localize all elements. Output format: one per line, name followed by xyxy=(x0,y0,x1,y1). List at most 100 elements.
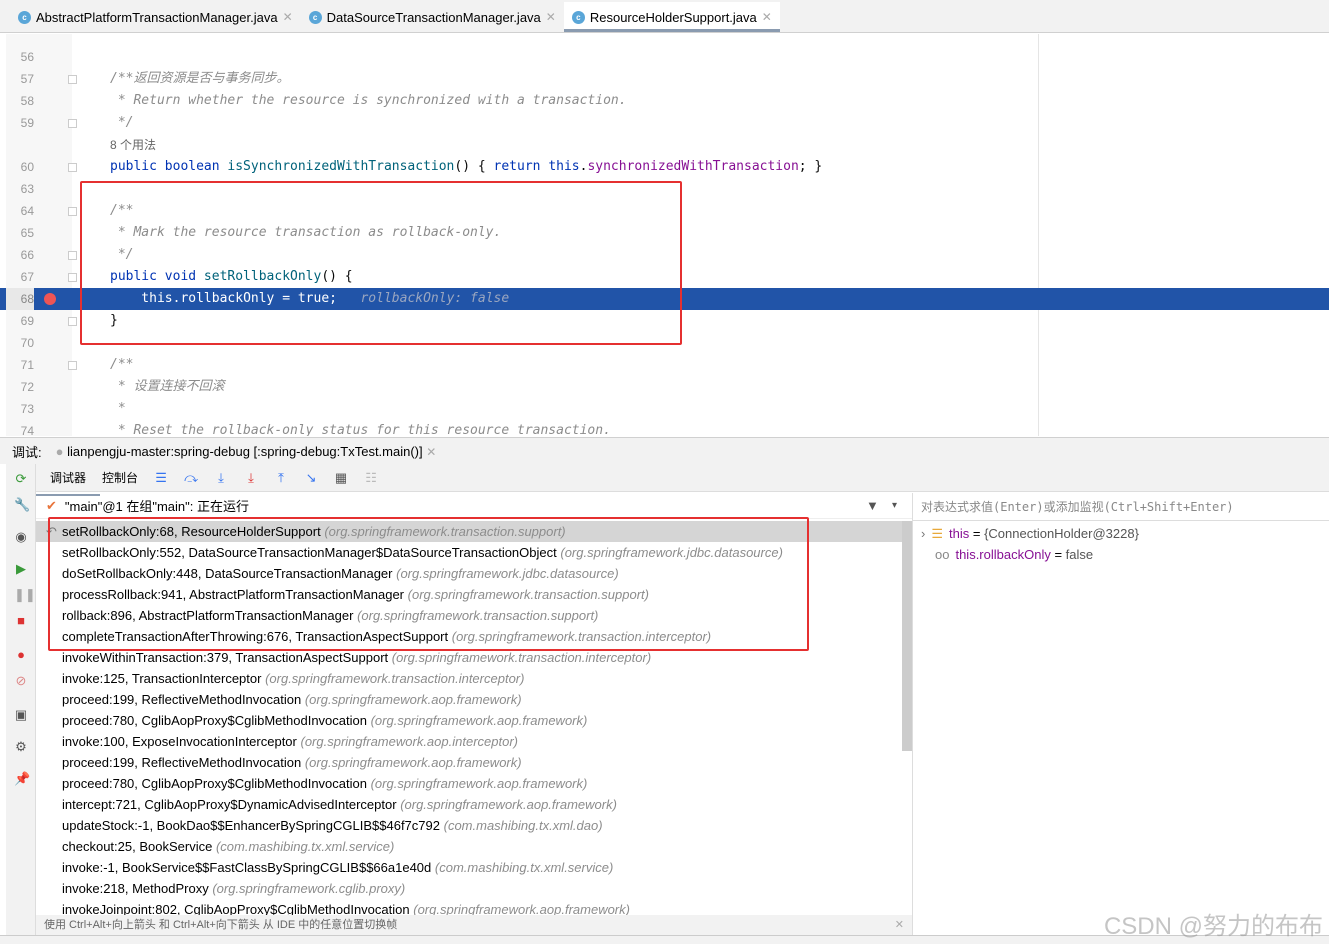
breakpoints-icon[interactable]: ● xyxy=(14,648,28,662)
debug-session-tab[interactable]: ● lianpengju-master:spring-debug [:sprin… xyxy=(56,444,437,459)
code-text: public boolean isSynchronizedWithTransac… xyxy=(110,156,822,178)
eye-icon[interactable]: ◉ xyxy=(14,530,28,544)
close-hint-icon[interactable]: ✕ xyxy=(895,915,904,935)
line-number[interactable]: 57 xyxy=(6,68,34,90)
line-number[interactable]: 68 xyxy=(6,288,34,310)
close-tab-icon[interactable]: ✕ xyxy=(546,10,556,24)
code-line[interactable]: 72 * 设置连接不回滚 xyxy=(0,376,1329,398)
rerun-icon[interactable]: ⟳ xyxy=(14,472,28,486)
tab-console[interactable]: 控制台 xyxy=(100,463,140,492)
close-tab-icon[interactable]: ✕ xyxy=(762,10,772,24)
watch-icon: oo xyxy=(935,547,950,562)
stack-frame[interactable]: proceed:199, ReflectiveMethodInvocation … xyxy=(36,689,902,710)
code-line[interactable]: 56 xyxy=(0,46,1329,68)
step-into-icon[interactable]: ⤓ xyxy=(212,470,230,486)
breakpoint-icon[interactable] xyxy=(44,293,56,305)
line-number[interactable]: 58 xyxy=(6,90,34,112)
line-number[interactable]: 72 xyxy=(6,376,34,398)
close-tab-icon[interactable]: ✕ xyxy=(283,10,293,24)
tab-file[interactable]: c DataSourceTransactionManager.java ✕ xyxy=(301,2,564,32)
settings-wrench-icon[interactable]: 🔧 xyxy=(14,498,30,512)
camera-icon[interactable]: ▣ xyxy=(14,708,28,722)
stack-frame[interactable]: intercept:721, CglibAopProxy$DynamicAdvi… xyxy=(36,794,902,815)
menu-icon[interactable]: ☰ xyxy=(152,470,170,486)
debugger-toolbar: 调试器 控制台 ☰ ⤼ ⤓ ⤓ ⤒ ↘ ▦ ☷ xyxy=(35,463,1329,496)
thread-selector[interactable]: ✔ "main"@1 在组"main": 正在运行 ▼ ▾ xyxy=(36,493,912,519)
watermark: CSDN @努力的布布 xyxy=(1103,913,1323,940)
code-line[interactable]: 59 */ xyxy=(0,112,1329,134)
code-text: */ xyxy=(110,112,134,134)
fold-icon[interactable] xyxy=(68,273,77,282)
stack-frame[interactable]: invoke:100, ExposeInvocationInterceptor … xyxy=(36,731,902,752)
stack-frame[interactable]: invokeJoinpoint:802, CglibAopProxy$Cglib… xyxy=(36,899,902,915)
line-number[interactable]: 73 xyxy=(6,398,34,420)
tab-file[interactable]: c ResourceHolderSupport.java ✕ xyxy=(563,2,780,32)
line-number[interactable]: 65 xyxy=(6,222,34,244)
evaluate-icon[interactable]: ▦ xyxy=(332,470,350,486)
stack-frame[interactable]: checkout:25, BookService (com.mashibing.… xyxy=(36,836,902,857)
stack-frame[interactable]: proceed:780, CglibAopProxy$CglibMethodIn… xyxy=(36,710,902,731)
code-line[interactable]: 73 * xyxy=(0,398,1329,420)
stack-frame[interactable]: invoke:-1, BookService$$FastClassBySprin… xyxy=(36,857,902,878)
code-token: * Return whether the resource is synchro… xyxy=(110,93,627,108)
frames-scrollbar[interactable] xyxy=(902,521,912,751)
stack-frame[interactable]: updateStock:-1, BookDao$$EnhancerBySprin… xyxy=(36,815,902,836)
fold-icon[interactable] xyxy=(68,163,77,172)
code-line[interactable]: 71 /** xyxy=(0,354,1329,376)
debug-side-toolbar: ⟳ 🔧 ◉ ▶ ❚❚ ■ ● ⊘ ▣ ⚙ 📌 xyxy=(6,464,36,944)
line-number[interactable]: 59 xyxy=(6,112,34,134)
step-over-icon[interactable]: ⤼ xyxy=(182,470,200,486)
fold-icon[interactable] xyxy=(68,75,77,84)
line-number[interactable]: 67 xyxy=(6,266,34,288)
code-line[interactable]: 57 /**返回资源是否与事务同步。 xyxy=(0,68,1329,90)
filter-icon[interactable]: ▼ xyxy=(866,498,879,513)
line-number[interactable]: 70 xyxy=(6,332,34,354)
stop-icon[interactable]: ■ xyxy=(14,614,28,628)
mute-breakpoints-icon[interactable]: ⊘ xyxy=(14,674,28,688)
pause-icon[interactable]: ❚❚ xyxy=(14,588,36,602)
gear-icon[interactable]: ⚙ xyxy=(14,740,28,754)
fold-icon[interactable] xyxy=(68,361,77,370)
stack-frame[interactable]: invoke:125, TransactionInterceptor (org.… xyxy=(36,668,902,689)
code-line[interactable]: 60 public boolean isSynchronizedWithTrans… xyxy=(0,156,1329,178)
line-number[interactable]: 69 xyxy=(6,310,34,332)
fold-icon[interactable] xyxy=(68,317,77,326)
step-out-icon[interactable]: ⤒ xyxy=(272,470,290,486)
variable-row[interactable]: oo this.rollbackOnly = false xyxy=(913,544,1329,565)
variable-row[interactable]: › ☰ this = {ConnectionHolder@3228} xyxy=(913,523,1329,544)
check-icon: ✔ xyxy=(46,497,57,513)
trace-icon[interactable]: ☷ xyxy=(362,470,380,486)
code-line[interactable]: 58 * Return whether the resource is sync… xyxy=(0,90,1329,112)
tab-file[interactable]: c AbstractPlatformTransactionManager.java… xyxy=(10,2,301,32)
line-number[interactable]: 71 xyxy=(6,354,34,376)
stack-frame[interactable]: proceed:780, CglibAopProxy$CglibMethodIn… xyxy=(36,773,902,794)
code-line[interactable]: 74 * Reset the rollback-only status for … xyxy=(0,420,1329,436)
fold-icon[interactable] xyxy=(68,207,77,216)
code-text: /** xyxy=(110,354,133,376)
tab-debugger[interactable]: 调试器 xyxy=(35,463,101,496)
fold-icon[interactable] xyxy=(68,251,77,260)
close-icon[interactable]: ✕ xyxy=(426,445,436,459)
line-number[interactable]: 66 xyxy=(6,244,34,266)
expand-chevron-icon[interactable]: › xyxy=(921,523,925,544)
thread-label: "main"@1 在组"main": 正在运行 xyxy=(64,499,249,514)
line-number[interactable]: 64 xyxy=(6,200,34,222)
debug-header: 调试: ● lianpengju-master:spring-debug [:s… xyxy=(0,437,1329,464)
code-token: return this xyxy=(493,159,580,174)
run-to-cursor-icon[interactable]: ↘ xyxy=(302,470,320,486)
pin-icon[interactable]: 📌 xyxy=(14,772,30,786)
evaluate-input[interactable]: 对表达式求值(Enter)或添加监视(Ctrl+Shift+Enter) xyxy=(913,493,1329,521)
line-number[interactable]: 56 xyxy=(6,46,34,68)
line-number[interactable]: 74 xyxy=(6,420,34,436)
code-line[interactable]: 8 个用法 xyxy=(0,134,1329,156)
line-number[interactable]: 63 xyxy=(6,178,34,200)
force-step-into-icon[interactable]: ⤓ xyxy=(242,470,260,486)
fold-icon[interactable] xyxy=(68,119,77,128)
code-text: 8 个用法 xyxy=(110,134,156,157)
chevron-down-icon[interactable]: ▾ xyxy=(892,500,897,511)
line-number[interactable]: 60 xyxy=(6,156,34,178)
frame-hint: 使用 Ctrl+Alt+向上箭头 和 Ctrl+Alt+向下箭头 从 IDE 中… xyxy=(36,915,912,935)
resume-icon[interactable]: ▶ xyxy=(14,562,28,576)
stack-frame[interactable]: invoke:218, MethodProxy (org.springframe… xyxy=(36,878,902,899)
stack-frame[interactable]: proceed:199, ReflectiveMethodInvocation … xyxy=(36,752,902,773)
